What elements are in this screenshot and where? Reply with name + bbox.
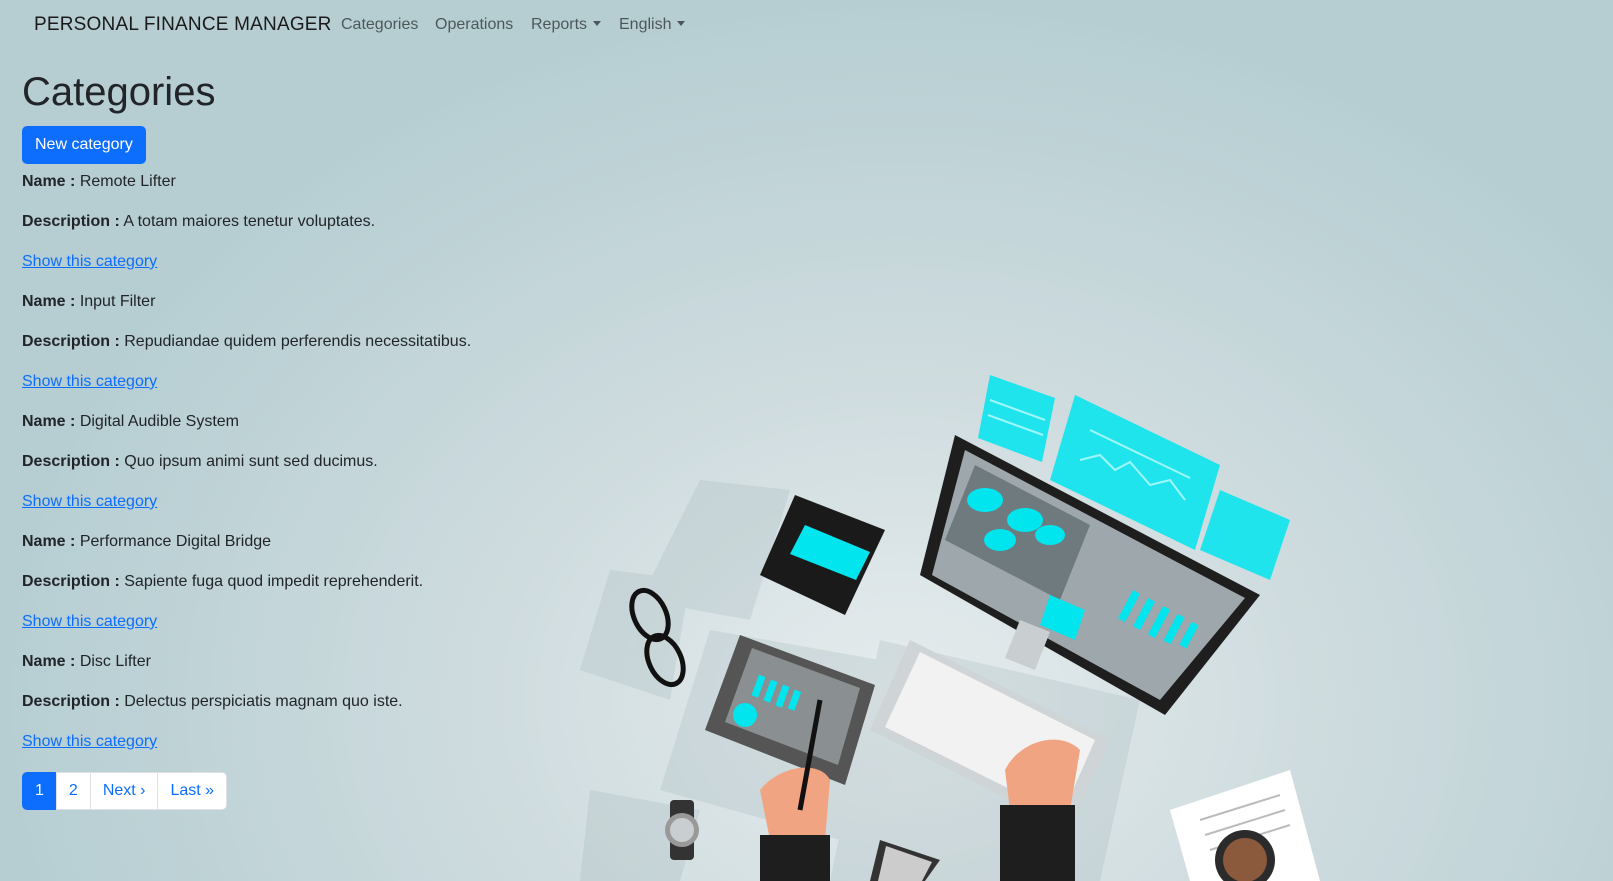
list-item: Name : Disc Lifter Description : Delectu… (22, 651, 582, 771)
description-label: Description : (22, 213, 120, 230)
category-list: Name : Remote Lifter Description : A tot… (22, 171, 582, 771)
name-label: Name : (22, 293, 76, 310)
list-item: Name : Remote Lifter Description : A tot… (22, 171, 582, 291)
nav-language-label: English (619, 16, 672, 33)
description-label: Description : (22, 573, 120, 590)
last-page-button[interactable]: Last » (157, 772, 228, 810)
category-description: Delectus perspiciatis magnam quo iste. (124, 693, 403, 710)
list-item: Name : Input Filter Description : Repudi… (22, 291, 582, 411)
show-category-link[interactable]: Show this category (22, 613, 157, 630)
category-description: Sapiente fuga quod impedit reprehenderit… (124, 573, 424, 590)
page-title: Categories (22, 70, 216, 114)
category-name: Remote Lifter (79, 173, 176, 190)
workspace-illustration (580, 375, 1320, 881)
name-label: Name : (22, 173, 76, 190)
papers (1170, 770, 1320, 881)
navbar: PERSONAL FINANCE MANAGER Categories Oper… (0, 0, 1613, 52)
show-category-link[interactable]: Show this category (22, 733, 157, 750)
chevron-down-icon (677, 21, 686, 26)
new-category-button[interactable]: New category (22, 126, 146, 164)
category-name: Digital Audible System (79, 413, 239, 430)
pagination: 1 2 Next › Last » (22, 772, 228, 810)
brand-link[interactable]: PERSONAL FINANCE MANAGER (34, 14, 332, 36)
nav-reports-label: Reports (531, 16, 588, 33)
description-label: Description : (22, 693, 120, 710)
name-label: Name : (22, 533, 76, 550)
page-1-button[interactable]: 1 (22, 772, 57, 810)
description-label: Description : (22, 333, 120, 350)
list-item: Name : Performance Digital Bridge Descri… (22, 531, 582, 651)
nav-categories[interactable]: Categories (341, 16, 418, 34)
show-category-link[interactable]: Show this category (22, 373, 157, 390)
next-page-button[interactable]: Next › (89, 772, 159, 810)
category-description: A totam maiores tenetur voluptates. (123, 213, 376, 230)
show-category-link[interactable]: Show this category (22, 493, 157, 510)
category-description: Repudiandae quidem perferendis necessita… (124, 333, 472, 350)
list-item: Name : Digital Audible System Descriptio… (22, 411, 582, 531)
description-label: Description : (22, 453, 120, 470)
nav-operations[interactable]: Operations (435, 16, 513, 34)
nav-language-dropdown[interactable]: English (619, 16, 686, 34)
watch (665, 800, 699, 860)
category-name: Input Filter (79, 293, 156, 310)
nav-reports-dropdown[interactable]: Reports (531, 16, 602, 34)
category-name: Disc Lifter (79, 653, 151, 670)
chevron-down-icon (593, 21, 602, 26)
name-label: Name : (22, 413, 76, 430)
page-2-button[interactable]: 2 (55, 772, 91, 810)
show-category-link[interactable]: Show this category (22, 253, 157, 270)
name-label: Name : (22, 653, 76, 670)
category-description: Quo ipsum animi sunt sed ducimus. (124, 453, 378, 470)
category-name: Performance Digital Bridge (79, 533, 272, 550)
